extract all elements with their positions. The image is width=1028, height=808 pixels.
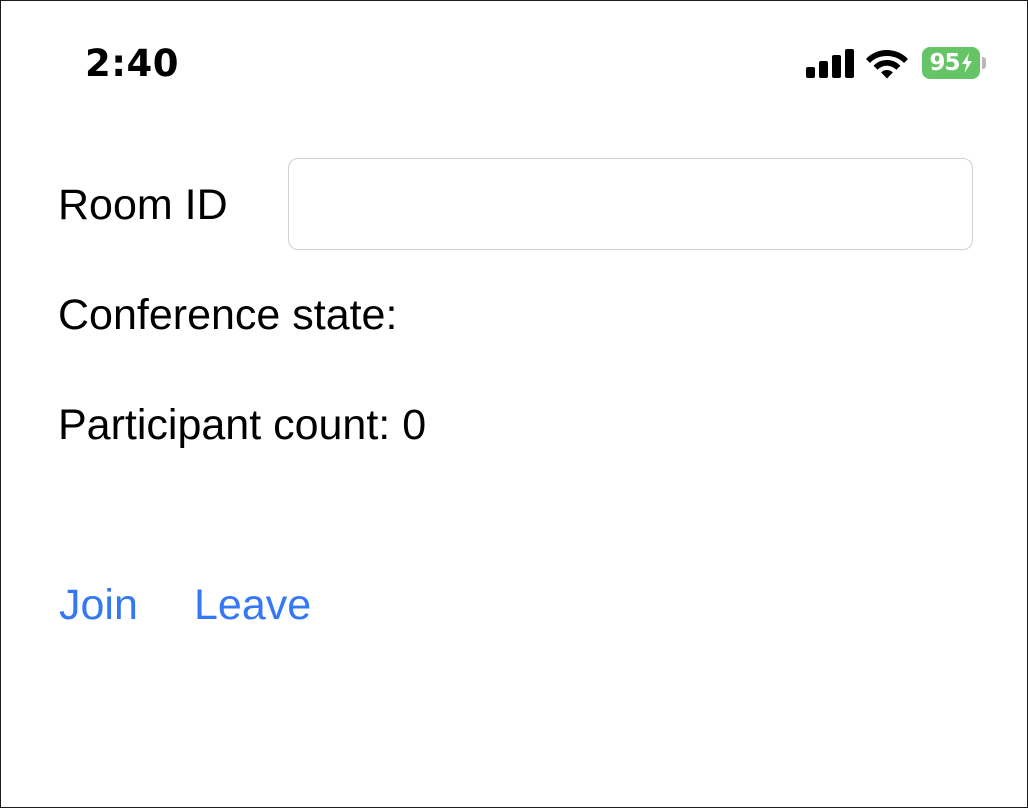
battery-indicator: 95 <box>922 47 980 79</box>
status-time: 2:40 <box>85 42 180 85</box>
charging-bolt-icon <box>961 53 972 73</box>
battery-cap <box>982 57 986 69</box>
join-button[interactable]: Join <box>59 579 138 631</box>
battery-level: 95 <box>929 50 960 76</box>
conference-state-text: Conference state: <box>58 291 398 339</box>
app-screen: 2:40 95 Room ID Conference state: Partic… <box>0 0 1028 808</box>
participant-count-text: Participant count: 0 <box>58 401 427 449</box>
cellular-signal-icon <box>806 49 854 78</box>
room-id-label: Room ID <box>58 181 228 229</box>
wifi-icon <box>866 50 908 79</box>
room-id-input[interactable] <box>288 158 973 250</box>
battery-charging-icon: 95 <box>922 47 986 79</box>
leave-button[interactable]: Leave <box>194 579 311 631</box>
